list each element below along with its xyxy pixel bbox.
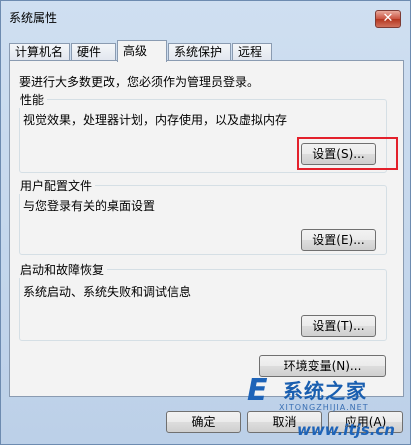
user-profiles-title: 用户配置文件 <box>18 177 96 194</box>
watermark-logo-icon: E <box>247 373 268 408</box>
startup-recovery-title: 启动和故障恢复 <box>18 261 108 278</box>
system-properties-window: 系统属性 ✕ 计算机名 硬件 高级 系统保护 远程 要进行大多数更改，您必须作为… <box>0 0 411 445</box>
tab-strip: 计算机名 硬件 高级 系统保护 远程 <box>9 40 404 62</box>
tab-hardware[interactable]: 硬件 <box>71 43 116 61</box>
performance-desc: 视觉效果，处理器计划，内存使用，以及虚拟内存 <box>23 113 288 127</box>
user-profiles-desc: 与您登录有关的桌面设置 <box>23 199 156 213</box>
watermark: E 系统之家 XITONGZHIJIA.NET <box>247 373 397 425</box>
tab-remote[interactable]: 远程 <box>232 43 272 61</box>
window-title: 系统属性 <box>9 11 58 25</box>
user-profiles-settings-button[interactable]: 设置(E)... <box>301 229 376 251</box>
startup-recovery-desc: 系统启动、系统失败和调试信息 <box>23 285 192 299</box>
close-button[interactable]: ✕ <box>375 10 401 28</box>
startup-recovery-settings-button[interactable]: 设置(T)... <box>301 315 376 337</box>
watermark-url: www.itjs.cn <box>297 421 395 439</box>
admin-note: 要进行大多数更改，您必须作为管理员登录。 <box>19 75 260 89</box>
title-bar[interactable]: 系统属性 ✕ <box>1 1 410 31</box>
highlight-box <box>297 137 398 170</box>
watermark-brand: 系统之家 <box>283 379 367 403</box>
tab-system-protection[interactable]: 系统保护 <box>168 43 231 61</box>
tab-advanced[interactable]: 高级 <box>117 40 167 62</box>
tab-computer-name[interactable]: 计算机名 <box>9 43 70 61</box>
ok-button[interactable]: 确定 <box>166 411 241 433</box>
performance-title: 性能 <box>18 91 48 108</box>
watermark-sub: XITONGZHIJIA.NET <box>279 403 369 412</box>
